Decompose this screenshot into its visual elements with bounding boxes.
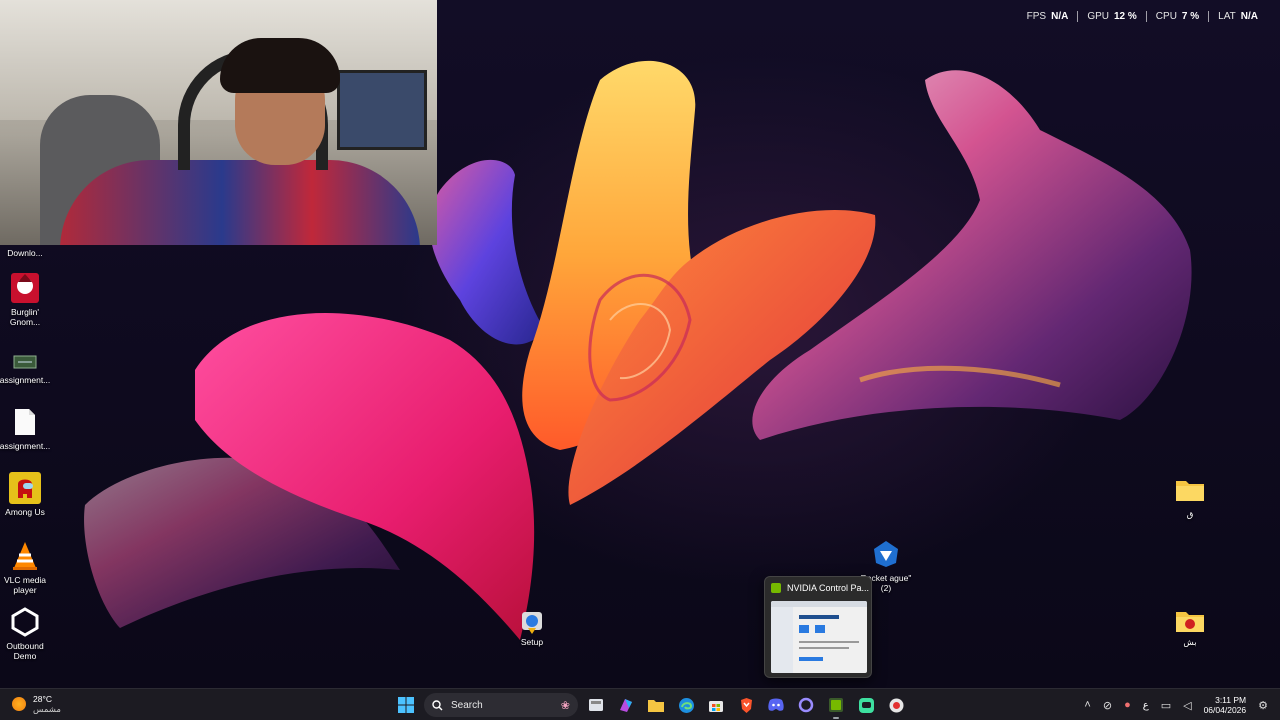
preview-thumbnail[interactable] [771,601,867,673]
among-us-icon [9,472,41,504]
task-view-button[interactable] [584,693,608,717]
taskbar-search[interactable]: Search ❀ [424,693,578,717]
fps-stat: FPS N/A [1018,11,1079,22]
desktop-icon-among-us[interactable]: Among Us [0,472,55,517]
icon-label: VLC media player [3,575,47,595]
clock-time: 3:11 PM [1215,695,1247,705]
preview-title: NVIDIA Control Pa... [787,583,870,593]
brave-icon [740,697,752,713]
taskbar-app-discord[interactable] [764,693,788,717]
edge-icon [678,697,694,713]
document-icon [9,406,41,438]
store-icon [709,701,723,712]
gpu-label: GPU [1087,11,1109,22]
desktop-icon-setup[interactable]: Setup [502,608,562,647]
icon-label: Setup [520,637,544,647]
start-button[interactable] [394,693,418,717]
task-view-icon [589,699,603,711]
game-icon [9,272,41,304]
desktop-icon-outbound-demo[interactable]: Outbound Demo [0,606,55,661]
preview-title-bar: NVIDIA Control Pa... [765,577,871,593]
hexagon-icon [9,606,41,638]
taskbar-app-store[interactable] [704,693,728,717]
network-off-icon[interactable]: ⊘ [1103,699,1112,712]
windows-icon [398,697,414,713]
icon-label: بش [1183,637,1197,647]
file-icon [9,352,41,372]
taskbar-app-chat[interactable] [854,693,878,717]
vlc-cone-icon [9,540,41,572]
notifications-icon[interactable]: ⚙ [1258,699,1268,712]
icon-label: Downlo... [7,248,43,258]
language-indicator[interactable]: ع [1143,700,1149,711]
sun-icon [12,697,26,711]
icon-label: ق [1186,509,1194,519]
volume-icon[interactable]: ◁ [1183,699,1191,712]
desktop-icon-downloads[interactable]: Downlo... [0,248,55,258]
clock-date: 06/04/2026 [1203,705,1247,715]
desktop-icon-folder-bsh[interactable]: بش [1160,608,1220,647]
icon-label: Burglin' Gnom... [9,307,41,327]
search-icon [432,699,443,710]
folder-icon [648,699,664,712]
lat-value: N/A [1240,11,1258,22]
taskbar-app-brave[interactable] [734,693,758,717]
system-tray: ˄ ⊘ ● ع ▭ ◁ 3:11 PM 06/04/2026 ⚙ [1084,692,1268,718]
lat-label: LAT [1218,11,1236,22]
desktop-icon-assignment-2[interactable]: assignment... [0,406,55,451]
icon-label: Among Us [5,507,45,517]
clock[interactable]: 3:11 PM 06/04/2026 [1204,695,1247,715]
discord-icon [768,698,784,711]
record-app-icon [889,698,903,712]
cpu-stat: CPU 7 % [1147,11,1210,22]
weather-description: مشمس [33,704,61,714]
fps-label: FPS [1026,11,1047,22]
icon-label: Outbound Demo [6,641,44,661]
taskbar-apps: Search ❀ [394,692,908,719]
nvidia-icon [771,583,781,593]
folder-icon [1174,474,1206,506]
chat-app-icon [858,697,874,713]
show-hidden-icons-chevron-icon[interactable]: ˄ [1084,699,1090,711]
m365-icon [620,699,632,712]
microphone-icon[interactable]: ● [1124,699,1131,711]
taskbar-app-file-explorer[interactable] [644,693,668,717]
desktop-icon-assignment-1[interactable]: assignment... [0,352,55,385]
taskbar-app-recorder[interactable] [884,693,908,717]
ring-app-icon [798,697,814,713]
nvidia-icon [829,698,843,712]
fps-value: N/A [1051,11,1069,22]
taskbar-app-circle[interactable] [794,693,818,717]
gpu-value: 12 % [1114,11,1137,22]
rocket-league-icon [870,538,902,570]
desktop-icon-burglin-gnomes[interactable]: Burglin' Gnom... [0,272,55,327]
desktop-icon-folder-q[interactable]: ق [1160,474,1220,519]
cpu-value: 7 % [1181,11,1200,22]
desktop-icon-vlc[interactable]: VLC media player [0,540,55,595]
cpu-label: CPU [1155,11,1177,22]
weather-temperature: 28°C [33,694,52,704]
wifi-icon[interactable]: ▭ [1161,699,1171,712]
lat-stat: LAT N/A [1209,11,1258,22]
taskbar-app-edge[interactable] [674,693,698,717]
weather-widget[interactable]: 28°C مشمس [12,694,61,714]
icon-label: assignment... [0,441,51,451]
taskbar-app-nvidia-control-panel[interactable] [824,693,848,719]
taskbar-window-preview[interactable]: NVIDIA Control Pa... [764,576,872,678]
search-highlight-icon: ❀ [560,699,570,712]
gpu-stat: GPU 12 % [1078,11,1147,22]
installer-icon [516,608,548,634]
folder-icon [1174,608,1206,634]
taskbar: 28°C مشمس Search ❀ ˄ ⊘ ● ع ▭ ◁ 3:11 PM 0… [0,688,1280,720]
performance-overlay: FPS N/A GPU 12 % CPU 7 % LAT N/A [1018,11,1258,22]
search-label: Search [451,699,483,711]
taskbar-app-m365[interactable] [614,693,638,717]
icon-label: assignment... [0,375,51,385]
webcam-overlay [0,0,437,245]
